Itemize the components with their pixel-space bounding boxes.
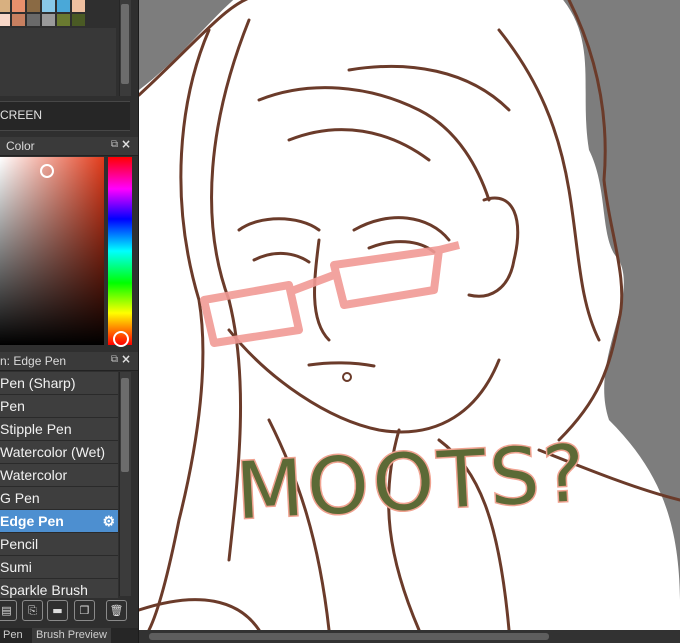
brush-item[interactable]: Watercolor (Wet) bbox=[0, 441, 118, 464]
color-swatch[interactable] bbox=[0, 14, 10, 26]
brush-item[interactable]: Edge Pen ⚙ bbox=[0, 510, 118, 533]
brush-panel-header: n: Edge Pen ⧉ × bbox=[0, 352, 138, 371]
color-picker-handle[interactable] bbox=[40, 164, 54, 178]
copy-icon[interactable]: ❐ bbox=[74, 600, 95, 621]
brush-item-label: Pen (Sharp) bbox=[0, 375, 76, 391]
color-swatch[interactable] bbox=[12, 0, 25, 12]
brush-item[interactable]: Pen bbox=[0, 395, 118, 418]
canvas-scroll-thumb[interactable] bbox=[149, 633, 549, 640]
brush-panel-title: n: Edge Pen bbox=[0, 354, 67, 368]
close-icon[interactable]: × bbox=[121, 352, 131, 366]
brush-scroll-thumb[interactable] bbox=[121, 378, 129, 472]
brush-item-label: Watercolor (Wet) bbox=[0, 444, 106, 460]
left-panel: CREEN Color ⧉ × n: Edge Pen ⧉ × Pen (Sha… bbox=[0, 0, 139, 643]
popout-icon[interactable]: ⧉ bbox=[111, 354, 118, 365]
brush-item[interactable]: Sumi bbox=[0, 556, 118, 579]
brush-list: Pen (Sharp) Pen Stipple Pen Watercolor (Wet… bbox=[0, 372, 118, 602]
brush-item[interactable]: Stipple Pen bbox=[0, 418, 118, 441]
brush-item-label: Stipple Pen bbox=[0, 421, 72, 437]
swatch-scrollbar[interactable] bbox=[119, 0, 131, 96]
color-panel-header: Color ⧉ × bbox=[0, 137, 138, 156]
color-swatch[interactable] bbox=[42, 0, 55, 12]
color-swatch[interactable] bbox=[42, 14, 55, 26]
color-swatch[interactable] bbox=[12, 14, 25, 26]
color-swatches bbox=[0, 0, 116, 28]
blend-mode-field[interactable]: CREEN bbox=[0, 101, 130, 131]
brush-item-label: Watercolor bbox=[0, 467, 68, 483]
new-brush-icon[interactable]: ▤ bbox=[0, 600, 17, 621]
brush-toolbar: ▤ ⎘ ▬ ❐ 🗑 bbox=[0, 598, 138, 624]
hue-slider-handle[interactable] bbox=[113, 331, 129, 347]
color-swatch[interactable] bbox=[72, 14, 85, 26]
brush-item[interactable]: Pen (Sharp) bbox=[0, 372, 118, 395]
blend-mode-label: CREEN bbox=[0, 108, 43, 122]
swatch-area bbox=[0, 28, 116, 96]
trash-icon[interactable]: 🗑 bbox=[106, 600, 127, 621]
color-swatch[interactable] bbox=[57, 0, 70, 12]
hue-slider[interactable] bbox=[108, 157, 132, 345]
brush-item-label: Sumi bbox=[0, 559, 32, 575]
gear-icon[interactable]: ⚙ bbox=[102, 510, 115, 532]
popout-icon[interactable]: ⧉ bbox=[111, 139, 118, 150]
folder-icon[interactable]: ▬ bbox=[47, 600, 68, 621]
brush-item-label: Edge Pen bbox=[0, 513, 64, 529]
brush-item-label: Pencil bbox=[0, 536, 39, 552]
close-icon[interactable]: × bbox=[121, 137, 131, 151]
color-swatch[interactable] bbox=[72, 0, 85, 12]
panel-tabs: Pen Brush Preview bbox=[0, 628, 138, 643]
drawing-canvas[interactable] bbox=[139, 0, 680, 630]
color-swatch[interactable] bbox=[27, 0, 40, 12]
brush-item-label: Pen bbox=[0, 398, 25, 414]
canvas-text: MOOTS? bbox=[232, 427, 592, 538]
color-swatch[interactable] bbox=[27, 14, 40, 26]
tab-brush-preview[interactable]: Brush Preview bbox=[32, 628, 111, 643]
color-swatch[interactable] bbox=[57, 14, 70, 26]
swatch-scroll-thumb[interactable] bbox=[121, 4, 129, 84]
tab-pen[interactable]: Pen bbox=[3, 628, 23, 643]
brush-item[interactable]: Watercolor bbox=[0, 464, 118, 487]
saturation-value-picker[interactable] bbox=[0, 157, 104, 345]
brush-item-label: G Pen bbox=[0, 490, 40, 506]
brush-scrollbar[interactable] bbox=[119, 372, 131, 596]
brush-item[interactable]: Pencil bbox=[0, 533, 118, 556]
duplicate-brush-icon[interactable]: ⎘ bbox=[22, 600, 43, 621]
color-swatch[interactable] bbox=[0, 0, 10, 12]
color-panel-title: Color bbox=[6, 139, 35, 153]
brush-item-label: Sparkle Brush bbox=[0, 582, 88, 598]
brush-item[interactable]: G Pen bbox=[0, 487, 118, 510]
canvas-horizontal-scrollbar[interactable] bbox=[139, 630, 680, 643]
